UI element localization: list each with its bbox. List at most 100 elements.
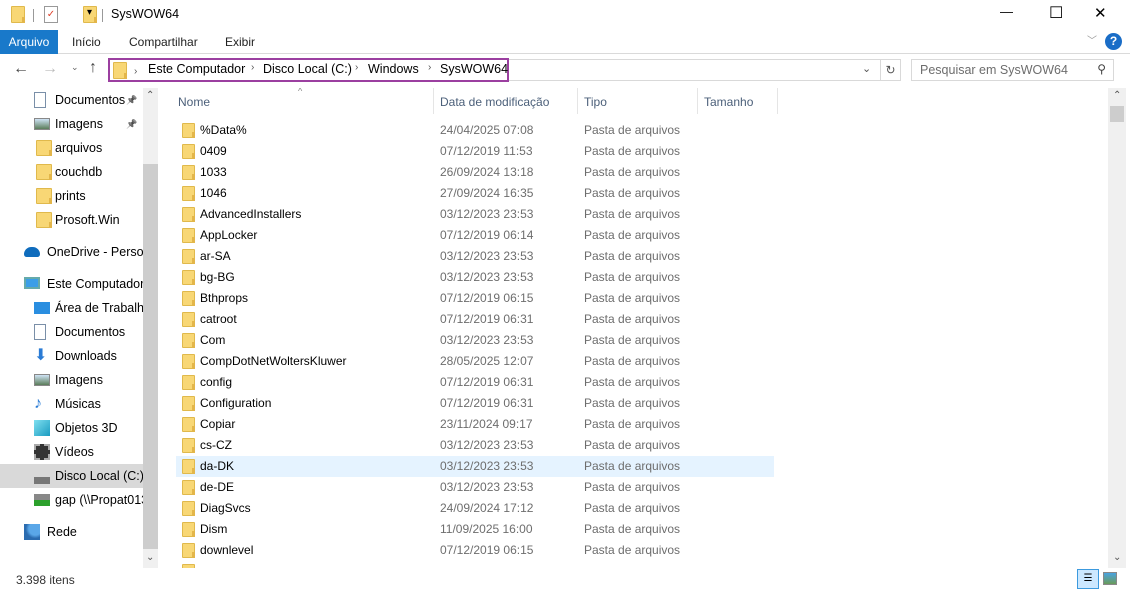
scroll-up-icon[interactable]: ⌃: [1113, 90, 1121, 101]
pin-icon[interactable]: 📌: [126, 112, 137, 136]
table-row[interactable]: Dism 11/09/2025 16:00 Pasta de arquivos: [176, 519, 774, 540]
table-row[interactable]: %Data% 24/04/2025 07:08 Pasta de arquivos: [176, 120, 774, 141]
table-row[interactable]: Configuration 07/12/2019 06:31 Pasta de ar…: [176, 393, 774, 414]
nav-item[interactable]: Objetos 3D: [0, 416, 143, 440]
nav-item[interactable]: Documentos 📌: [0, 88, 143, 112]
table-row[interactable]: AppLocker 07/12/2019 06:14 Pasta de arquiv…: [176, 225, 774, 246]
table-row[interactable]: downlevel 07/12/2019 06:15 Pasta de arquiv…: [176, 540, 774, 561]
column-header-nome[interactable]: Nome: [178, 90, 210, 114]
refresh-button[interactable]: ↻: [880, 59, 901, 81]
nav-item[interactable]: Vídeos: [0, 440, 143, 464]
details-view-button[interactable]: ☰: [1077, 569, 1099, 589]
expand-ribbon-icon[interactable]: ﹀: [1087, 30, 1097, 54]
table-row[interactable]: Copiar 23/11/2024 09:17 Pasta de arquivos: [176, 414, 774, 435]
table-row-partial[interactable]: [176, 561, 774, 568]
table-row[interactable]: catroot 07/12/2019 06:31 Pasta de arquivos: [176, 309, 774, 330]
quick-access-dropdown-icon[interactable]: ▾: [87, 7, 92, 18]
table-row[interactable]: de-DE 03/12/2023 23:53 Pasta de arquivos: [176, 477, 774, 498]
file-type: Pasta de arquivos: [584, 291, 681, 305]
close-button[interactable]: ✕: [1094, 4, 1107, 22]
file-date: 24/04/2025 07:08: [440, 123, 534, 137]
table-row[interactable]: CompDotNetWoltersKluwer 28/05/2025 12:07 P…: [176, 351, 774, 372]
breadcrumb-windows[interactable]: Windows: [368, 62, 419, 76]
nav-scrollbar-thumb[interactable]: [143, 164, 158, 549]
videos-icon: [34, 444, 50, 460]
table-row[interactable]: cs-CZ 03/12/2023 23:53 Pasta de arquivos: [176, 435, 774, 456]
nav-item[interactable]: ♪ Músicas: [0, 392, 143, 416]
folder-icon: [182, 354, 195, 369]
address-bar[interactable]: › Este Computador › Disco Local (C:) › W…: [108, 58, 509, 82]
table-row[interactable]: Com 03/12/2023 23:53 Pasta de arquivos: [176, 330, 774, 351]
column-header-tamanho[interactable]: Tamanho: [704, 90, 753, 114]
breadcrumb-syswow64[interactable]: SysWOW64: [440, 62, 508, 76]
search-input[interactable]: Pesquisar em SysWOW64 ⚲: [911, 59, 1114, 81]
recent-locations-icon[interactable]: ⌄: [71, 62, 79, 73]
network-drive-icon: [34, 494, 50, 506]
file-type: Pasta de arquivos: [584, 165, 681, 179]
nav-item[interactable]: Área de Trabalho: [0, 296, 143, 320]
table-row[interactable]: 1033 26/09/2024 13:18 Pasta de arquivos: [176, 162, 774, 183]
nav-item[interactable]: Imagens: [0, 368, 143, 392]
search-placeholder: Pesquisar em SysWOW64: [920, 63, 1068, 77]
table-row[interactable]: 1046 27/09/2024 16:35 Pasta de arquivos: [176, 183, 774, 204]
nav-item[interactable]: arquivos: [0, 136, 143, 160]
tab-inicio[interactable]: Início: [72, 30, 101, 54]
nav-scrollbar[interactable]: ⌃ ⌄: [143, 88, 158, 568]
tab-compartilhar[interactable]: Compartilhar: [129, 30, 198, 54]
table-row[interactable]: ar-SA 03/12/2023 23:53 Pasta de arquivos: [176, 246, 774, 267]
list-scrollbar[interactable]: ⌃ ⌄: [1108, 88, 1126, 568]
list-scrollbar-thumb[interactable]: [1110, 106, 1124, 122]
nav-item-label: Objetos 3D: [55, 421, 118, 435]
file-type: Pasta de arquivos: [584, 207, 681, 221]
file-type: Pasta de arquivos: [584, 396, 681, 410]
scroll-down-icon[interactable]: ⌄: [1113, 552, 1121, 563]
nav-item[interactable]: Este Computador: [0, 272, 143, 296]
help-icon[interactable]: ?: [1105, 33, 1122, 50]
scroll-down-icon[interactable]: ⌄: [146, 552, 154, 563]
table-row[interactable]: Bthprops 07/12/2019 06:15 Pasta de arquivo…: [176, 288, 774, 309]
nav-item[interactable]: ⬇ Downloads: [0, 344, 143, 368]
tab-arquivo[interactable]: Arquivo: [0, 30, 58, 54]
nav-item[interactable]: prints: [0, 184, 143, 208]
table-row[interactable]: DiagSvcs 24/09/2024 17:12 Pasta de arquivo…: [176, 498, 774, 519]
nav-item[interactable]: Prosoft.Win: [0, 208, 143, 232]
table-row[interactable]: bg-BG 03/12/2023 23:53 Pasta de arquivos: [176, 267, 774, 288]
breadcrumb-este-computador[interactable]: Este Computador: [148, 62, 245, 76]
column-header-data[interactable]: Data de modificação: [440, 90, 549, 114]
network-icon: [24, 524, 40, 540]
breadcrumb-disco-local[interactable]: Disco Local (C:): [263, 62, 352, 76]
large-icons-view-button[interactable]: [1103, 572, 1117, 585]
table-row[interactable]: config 07/12/2019 06:31 Pasta de arquivos: [176, 372, 774, 393]
file-type: Pasta de arquivos: [584, 144, 681, 158]
file-type: Pasta de arquivos: [584, 333, 681, 347]
table-row[interactable]: AdvancedInstallers 03/12/2023 23:53 Pasta …: [176, 204, 774, 225]
table-row[interactable]: da-DK 03/12/2023 23:53 Pasta de arquivos: [176, 456, 774, 477]
nav-item-label: Vídeos: [55, 445, 94, 459]
pin-icon[interactable]: 📌: [126, 88, 137, 112]
address-dropdown-icon[interactable]: ⌄: [862, 62, 871, 75]
maximize-button[interactable]: ☐: [1049, 3, 1063, 23]
scroll-up-icon[interactable]: ⌃: [146, 90, 154, 101]
properties-icon[interactable]: ✓: [44, 6, 58, 23]
minimize-button[interactable]: —: [1000, 4, 1013, 19]
tab-exibir[interactable]: Exibir: [225, 30, 255, 54]
nav-item[interactable]: Disco Local (C:): [0, 464, 143, 488]
address-field-rest[interactable]: [509, 59, 881, 81]
nav-item[interactable]: couchdb: [0, 160, 143, 184]
nav-item[interactable]: Rede: [0, 520, 143, 544]
folder-icon: [182, 123, 195, 138]
nav-item[interactable]: Imagens 📌: [0, 112, 143, 136]
desktop-icon: [34, 302, 50, 314]
folder-icon: [11, 6, 25, 23]
search-icon[interactable]: ⚲: [1097, 62, 1106, 76]
nav-item[interactable]: gap (\\Propat013: [0, 488, 143, 512]
nav-item[interactable]: OneDrive - Persor: [0, 240, 143, 264]
up-button[interactable]: ↑: [89, 59, 97, 77]
nav-item-label: Disco Local (C:): [55, 469, 143, 483]
back-button[interactable]: ←: [13, 60, 29, 78]
nav-item[interactable]: Documentos: [0, 320, 143, 344]
table-row[interactable]: 0409 07/12/2019 11:53 Pasta de arquivos: [176, 141, 774, 162]
column-header-tipo[interactable]: Tipo: [584, 90, 607, 114]
chevron-right-icon: ›: [251, 62, 255, 73]
forward-button[interactable]: →: [42, 60, 58, 78]
